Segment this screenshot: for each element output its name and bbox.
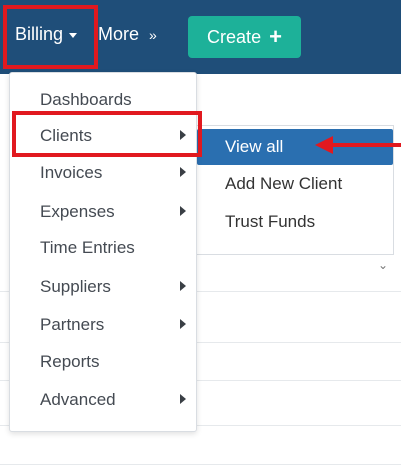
plus-icon: + bbox=[269, 24, 282, 49]
double-chevron-down-icon: » bbox=[149, 26, 157, 43]
chevron-right-icon bbox=[180, 206, 186, 216]
billing-label: Billing bbox=[15, 24, 64, 44]
caret-down-icon bbox=[69, 33, 78, 38]
billing-dropdown-menu: Dashboards Clients Invoices Expenses Tim… bbox=[9, 72, 197, 432]
chevron-right-icon bbox=[180, 167, 186, 177]
menu-item-clients[interactable]: Clients bbox=[10, 118, 196, 154]
submenu-item-label: Add New Client bbox=[225, 174, 343, 193]
chevron-right-icon bbox=[180, 130, 186, 140]
menu-item-label: Time Entries bbox=[40, 238, 135, 257]
submenu-item-label: Trust Funds bbox=[225, 212, 316, 231]
submenu-item-add-new-client[interactable]: Add New Client bbox=[197, 166, 393, 202]
submenu-item-label: View all bbox=[225, 137, 284, 156]
menu-item-label: Invoices bbox=[40, 163, 103, 182]
chevron-down-icon[interactable]: ⌄ bbox=[378, 258, 388, 272]
menu-item-reports[interactable]: Reports bbox=[10, 344, 196, 380]
menu-item-advanced[interactable]: Advanced bbox=[10, 382, 196, 418]
billing-menu-button[interactable]: Billing bbox=[15, 24, 78, 45]
chevron-right-icon bbox=[180, 319, 186, 329]
menu-item-dashboards[interactable]: Dashboards bbox=[10, 82, 196, 118]
submenu-item-trust-funds[interactable]: Trust Funds bbox=[197, 204, 393, 240]
menu-item-label: Dashboards bbox=[40, 90, 132, 109]
chevron-right-icon bbox=[180, 281, 186, 291]
red-arrow-icon bbox=[315, 136, 401, 154]
menu-item-suppliers[interactable]: Suppliers bbox=[10, 269, 196, 305]
menu-item-label: Partners bbox=[40, 315, 105, 334]
create-button[interactable]: Create + bbox=[188, 16, 301, 58]
row-divider bbox=[0, 464, 401, 465]
create-label: Create bbox=[207, 26, 262, 47]
menu-item-label: Clients bbox=[40, 126, 92, 145]
menu-item-time-entries[interactable]: Time Entries bbox=[10, 230, 196, 266]
menu-item-label: Reports bbox=[40, 352, 100, 371]
menu-item-partners[interactable]: Partners bbox=[10, 307, 196, 343]
more-menu-button[interactable]: More » bbox=[98, 24, 157, 45]
chevron-right-icon bbox=[180, 394, 186, 404]
menu-item-invoices[interactable]: Invoices bbox=[10, 155, 196, 191]
top-navbar: Billing More » Create + bbox=[0, 0, 401, 74]
menu-item-label: Advanced bbox=[40, 390, 116, 409]
menu-item-label: Suppliers bbox=[40, 277, 111, 296]
menu-item-expenses[interactable]: Expenses bbox=[10, 194, 196, 230]
more-label: More bbox=[98, 24, 140, 44]
menu-item-label: Expenses bbox=[40, 202, 115, 221]
